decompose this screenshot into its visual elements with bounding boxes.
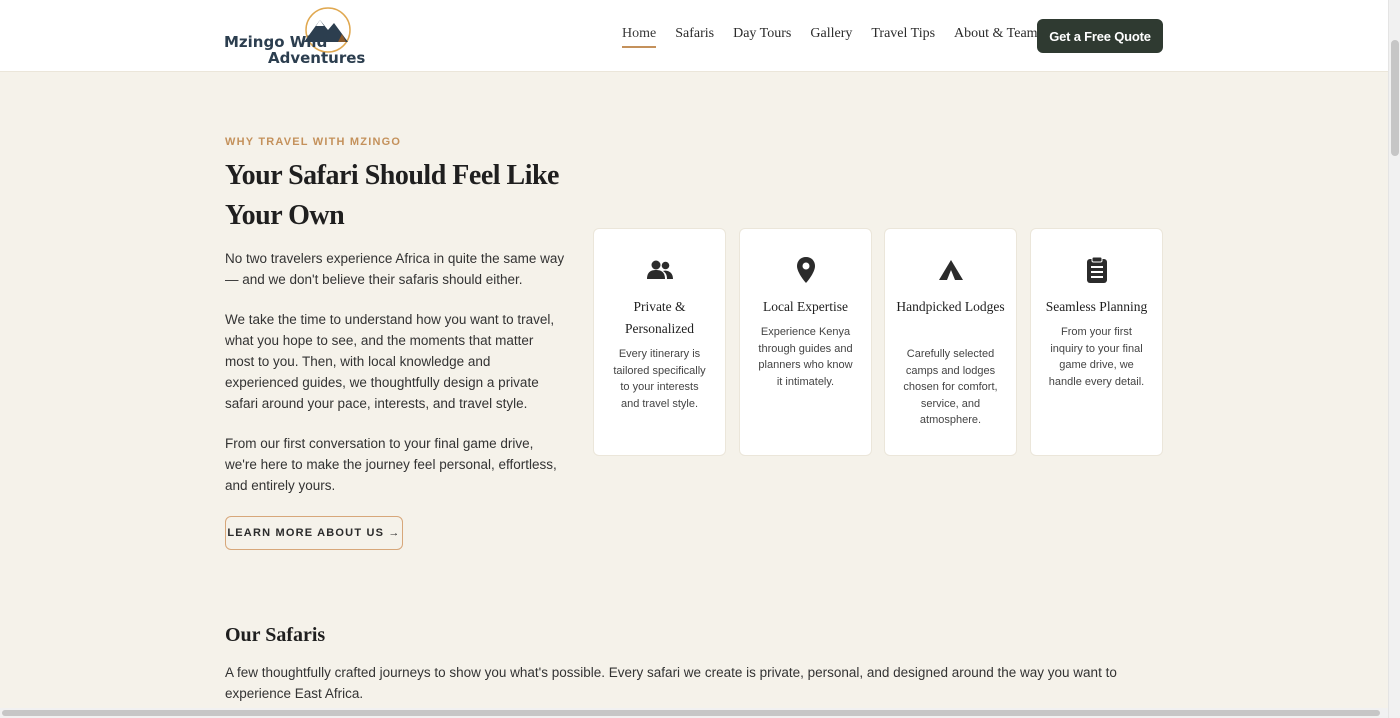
feature-description: From your first inquiry to your final ga… [1048, 326, 1145, 388]
intro-paragraph-3: From our first conversation to your fina… [225, 436, 557, 493]
feature-card-seamless-planning: Seamless Planning From your first inquir… [1030, 228, 1163, 456]
brand-name-line1: Mzingo Wild [224, 33, 328, 51]
nav-day-tours[interactable]: Day Tours [733, 26, 791, 48]
clipboard-icon [1086, 256, 1107, 283]
horizontal-scrollbar[interactable] [0, 708, 1388, 718]
feature-description: Carefully selected camps and lodges chos… [903, 348, 998, 426]
our-safaris-description: A few thoughtfully crafted journeys to s… [225, 665, 1117, 701]
nav-gallery[interactable]: Gallery [810, 26, 852, 48]
nav-safaris[interactable]: Safaris [675, 26, 714, 48]
map-pin-icon [796, 257, 815, 283]
nav-home[interactable]: Home [622, 26, 657, 48]
feature-description: Experience Kenya through guides and plan… [758, 326, 853, 388]
feature-card-private: Private & Personalized Every itinerary i… [593, 228, 726, 456]
site-header: Mzingo Wild Adventures Home Safaris Day … [0, 0, 1388, 72]
main-nav: Home Safaris Day Tours Gallery Travel Ti… [622, 26, 1057, 48]
brand-name-line2: Adventures [268, 49, 366, 67]
section-heading: Your Safari Should Feel Like Your Own [225, 160, 559, 231]
people-icon [646, 260, 673, 279]
get-free-quote-button[interactable]: Get a Free Quote [1037, 19, 1163, 53]
feature-title: Private & Personalized [625, 299, 694, 336]
nav-travel-tips[interactable]: Travel Tips [871, 26, 935, 48]
vertical-scrollbar[interactable] [1388, 0, 1400, 718]
vertical-scroll-thumb[interactable] [1391, 40, 1399, 156]
feature-description: Every itinerary is tailored specifically… [613, 348, 706, 410]
horizontal-scroll-thumb[interactable] [2, 710, 1380, 716]
feature-card-handpicked-lodges: Handpicked Lodges Carefully selected cam… [884, 228, 1017, 456]
our-safaris-heading: Our Safaris [225, 624, 326, 646]
tent-icon [938, 260, 963, 280]
feature-title: Local Expertise [762, 299, 849, 314]
nav-about-team[interactable]: About & Team [954, 26, 1038, 48]
feature-title: Handpicked Lodges [896, 299, 1005, 314]
brand-wordmark: Mzingo Wild Adventures [224, 34, 365, 66]
brand-logo[interactable]: Mzingo Wild Adventures [224, 6, 365, 66]
feature-card-local-expertise: Local Expertise Experience Kenya through… [739, 228, 872, 456]
feature-title: Seamless Planning [1045, 299, 1148, 314]
section-eyebrow: WHY TRAVEL WITH MZINGO [225, 136, 402, 148]
intro-paragraph-2: We take the time to understand how you w… [225, 312, 555, 411]
intro-paragraph-1: No two travelers experience Africa in qu… [225, 251, 565, 287]
learn-more-about-us-button[interactable]: LEARN MORE ABOUT US → [225, 516, 403, 550]
